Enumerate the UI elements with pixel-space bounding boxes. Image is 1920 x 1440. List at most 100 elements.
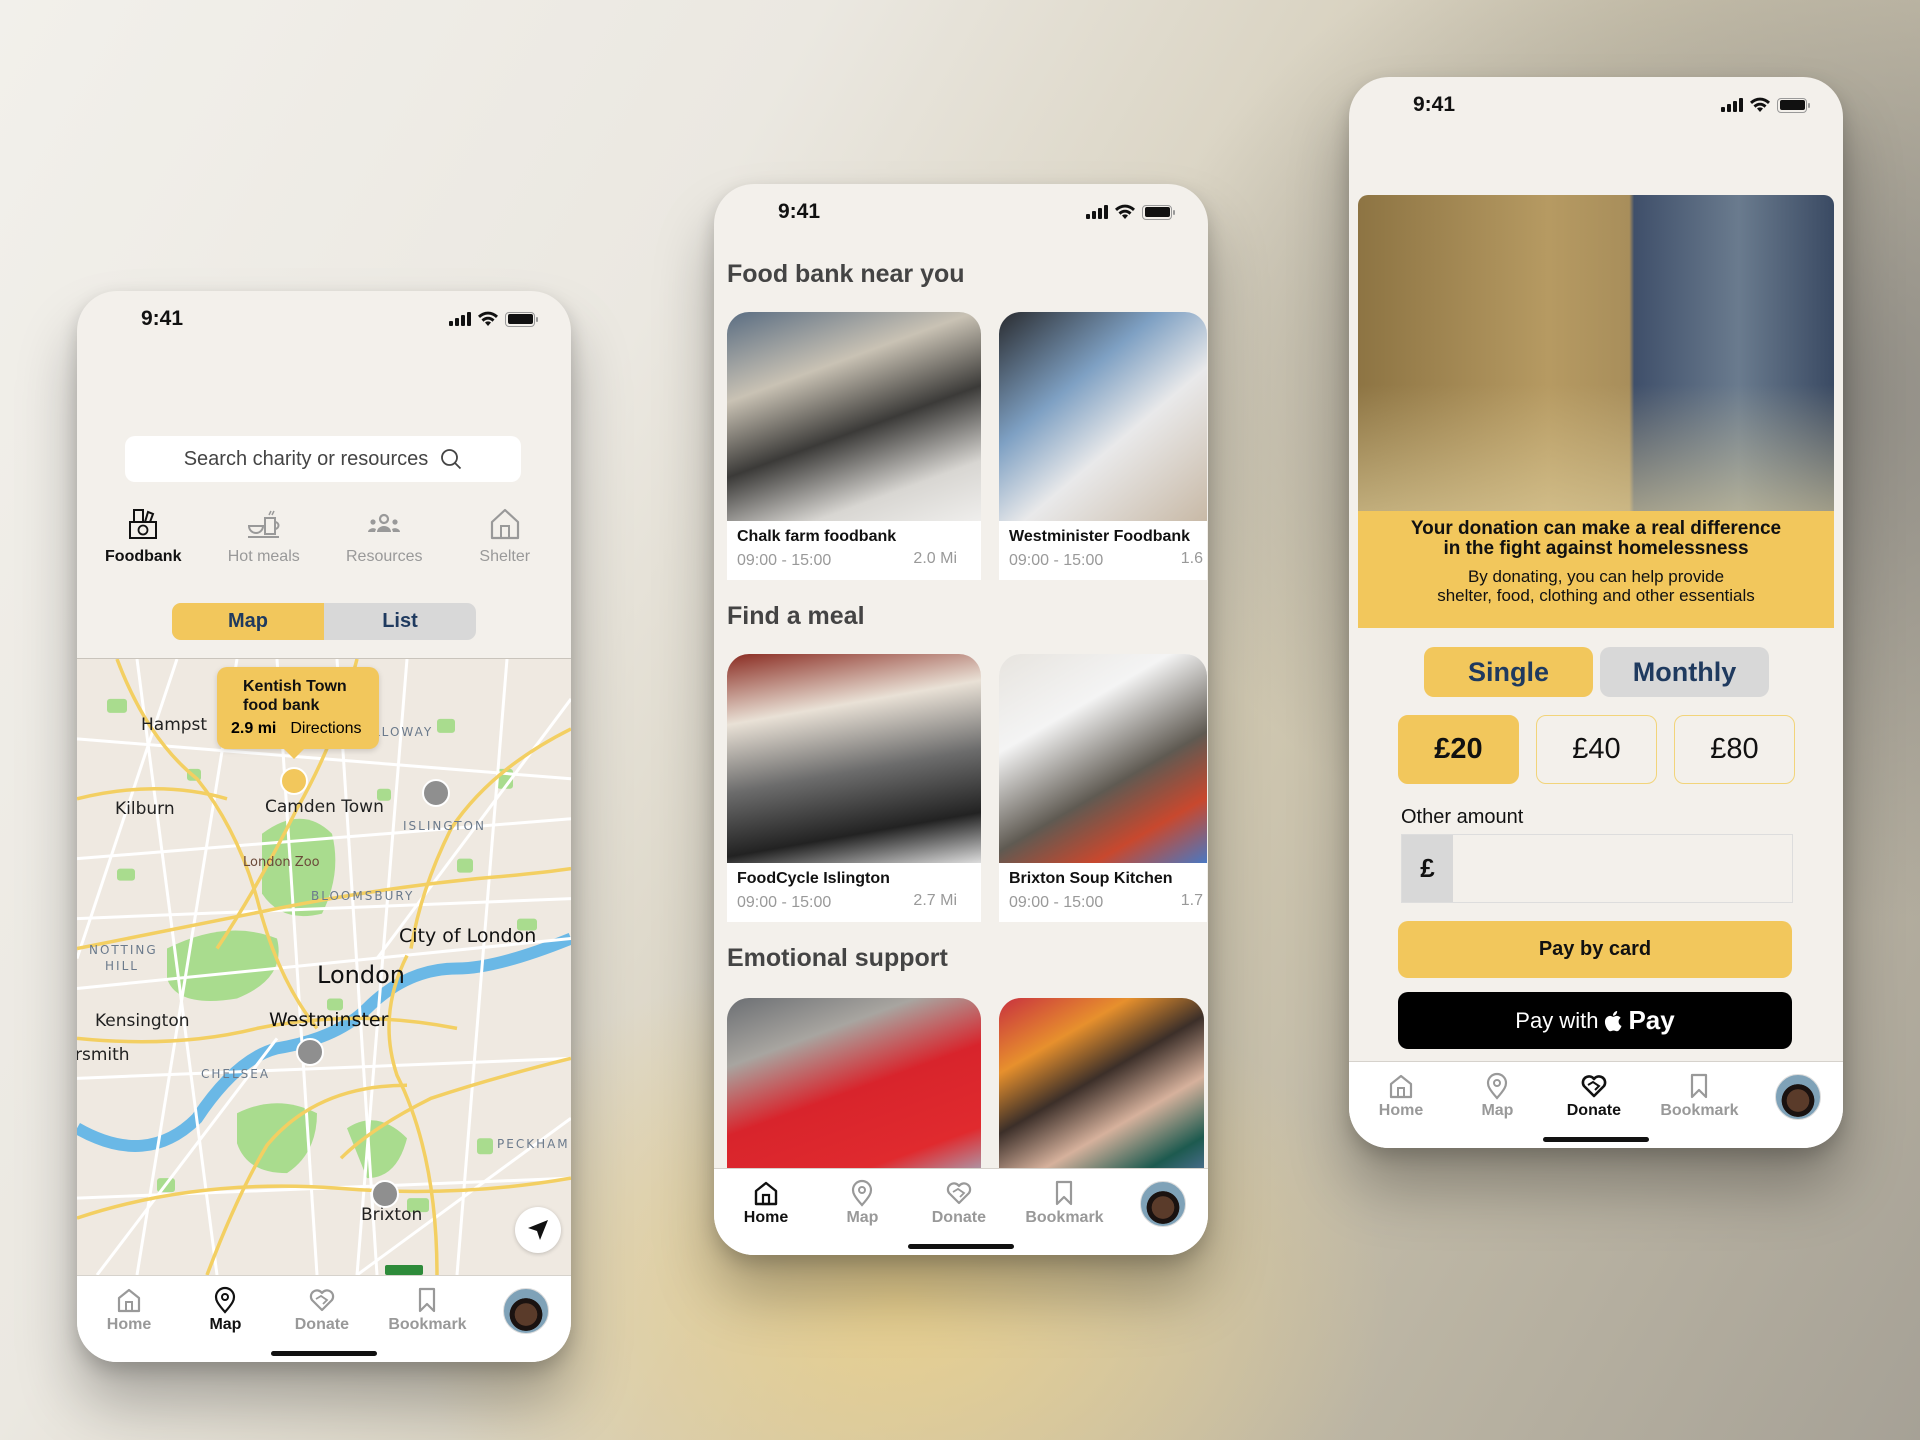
currency-symbol: £: [1402, 835, 1453, 902]
map-pin-icon: [852, 1179, 873, 1207]
tab-home[interactable]: Home: [736, 1179, 796, 1227]
search-input[interactable]: Search charity or resources: [125, 436, 521, 482]
amount-options: £20 £40 £80: [1398, 715, 1795, 784]
heart-hand-icon: [1581, 1075, 1607, 1098]
frequency-toggle: Single Monthly: [1424, 647, 1769, 697]
support-card[interactable]: [999, 998, 1204, 1182]
amount-40[interactable]: £40: [1536, 715, 1657, 784]
bookmark-icon: [1691, 1073, 1708, 1099]
profile-avatar[interactable]: [1140, 1181, 1186, 1227]
other-amount-input[interactable]: [1453, 835, 1792, 902]
house-icon: [490, 508, 519, 540]
food-bank-card[interactable]: Westminister Foodbank 09:00 - 15:00 1.6: [999, 312, 1207, 580]
apple-pay-brand: Pay: [1628, 1005, 1675, 1035]
card-distance: 1.7: [1180, 892, 1203, 909]
tab-home[interactable]: Home: [1371, 1072, 1431, 1120]
tab-label: Donate: [1566, 1102, 1621, 1119]
heart-hand-icon: [309, 1289, 335, 1312]
toggle-list[interactable]: List: [324, 603, 476, 640]
map-label-holloway: LLOWAY: [373, 725, 434, 739]
card-hours: 09:00 - 15:00: [1009, 552, 1104, 569]
frequency-single[interactable]: Single: [1424, 647, 1593, 697]
battery-icon: [505, 311, 538, 327]
tab-donate[interactable]: Donate: [292, 1286, 352, 1334]
section-title-food-bank: Food bank near you: [727, 260, 965, 288]
category-tabs: Foodbank Hot meals Resources Shelter: [77, 506, 571, 566]
map-view[interactable]: Hampst LLOWAY Kilburn Camden Town ISLING…: [77, 658, 571, 1275]
amount-20[interactable]: £20: [1398, 715, 1519, 784]
donation-banner: Your donation can make a real difference…: [1358, 511, 1834, 628]
category-label: Foodbank: [105, 548, 182, 565]
map-pin-icon: [1487, 1072, 1508, 1100]
callout-directions-link[interactable]: Directions: [290, 720, 361, 738]
amount-80[interactable]: £80: [1674, 715, 1795, 784]
apple-logo-icon: [1605, 1010, 1622, 1031]
meal-card[interactable]: Brixton Soup Kitchen 09:00 - 15:00 1.7: [999, 654, 1207, 922]
category-resources[interactable]: Resources: [329, 506, 439, 566]
meal-card[interactable]: FoodCycle Islington 09:00 - 15:00 2.7 Mi: [727, 654, 981, 922]
status-bar: 9:41: [77, 291, 571, 361]
card-hours: 09:00 - 15:00: [737, 552, 832, 569]
profile-avatar[interactable]: [1775, 1074, 1821, 1120]
category-hot-meals[interactable]: Hot meals: [209, 506, 319, 566]
hot-meal-icon: [247, 510, 280, 538]
map-pin-selected[interactable]: [280, 767, 308, 795]
profile-avatar[interactable]: [503, 1288, 549, 1334]
category-foodbank[interactable]: Foodbank: [88, 506, 198, 566]
bookmark-icon: [1056, 1180, 1073, 1206]
bookmark-icon: [419, 1287, 436, 1313]
support-card[interactable]: [727, 998, 981, 1182]
frequency-monthly[interactable]: Monthly: [1600, 647, 1769, 697]
home-indicator: [1543, 1137, 1649, 1142]
map-label-notting: NOTTING: [89, 943, 158, 957]
status-time: 9:41: [141, 307, 184, 330]
people-icon: [368, 513, 401, 532]
tab-home[interactable]: Home: [99, 1286, 159, 1334]
tab-bar: Home Map Donate Bookmark: [714, 1168, 1208, 1255]
card-hours: 09:00 - 15:00: [737, 894, 832, 911]
tab-label: Home: [1378, 1102, 1424, 1119]
locate-me-button[interactable]: [515, 1207, 561, 1253]
status-time: 9:41: [778, 200, 821, 223]
home-indicator: [271, 1351, 377, 1356]
apple-pay-button[interactable]: Pay with Pay: [1398, 992, 1792, 1049]
tab-donate[interactable]: Donate: [1564, 1072, 1624, 1120]
donate-screen-phone: 9:41 Your donation can make a real diffe…: [1349, 77, 1843, 1148]
search-icon[interactable]: [440, 448, 462, 470]
map-label-london-zoo: London Zoo: [243, 855, 320, 870]
banner-headline-1: Your donation can make a real difference: [1410, 518, 1782, 539]
tab-bookmark[interactable]: Bookmark: [1660, 1072, 1739, 1120]
card-photo: [727, 998, 981, 1182]
food-bank-card[interactable]: Chalk farm foodbank 09:00 - 15:00 2.0 Mi: [727, 312, 981, 580]
status-icons: [1086, 204, 1175, 220]
card-distance: 1.6: [1180, 550, 1203, 567]
map-pin[interactable]: [371, 1180, 399, 1208]
map-pin[interactable]: [422, 779, 450, 807]
toggle-map[interactable]: Map: [172, 603, 324, 640]
card-name: Westminister Foodbank: [1009, 528, 1191, 545]
hero-photo: [1358, 195, 1834, 511]
tab-map[interactable]: Map: [832, 1179, 892, 1227]
map-label-chelsea: CHELSEA: [201, 1067, 271, 1081]
tab-label: Donate: [931, 1209, 986, 1226]
card-photo: [999, 998, 1204, 1182]
pay-by-card-button[interactable]: Pay by card: [1398, 921, 1792, 978]
map-callout[interactable]: Kentish Town food bank 2.9 mi Directions: [217, 667, 379, 759]
home-screen-phone: 9:41 Food bank near you Chalk farm foodb…: [714, 184, 1208, 1255]
tab-bookmark[interactable]: Bookmark: [388, 1286, 467, 1334]
other-amount-label: Other amount: [1401, 806, 1524, 828]
apple-pay-prefix: Pay with: [1515, 1007, 1599, 1033]
tab-map[interactable]: Map: [195, 1286, 255, 1334]
card-photo: [727, 654, 981, 863]
tab-bookmark[interactable]: Bookmark: [1025, 1179, 1104, 1227]
callout-distance: 2.9 mi: [231, 720, 277, 737]
tab-map[interactable]: Map: [1467, 1072, 1527, 1120]
road-sign: [385, 1265, 423, 1275]
tab-donate[interactable]: Donate: [929, 1179, 989, 1227]
food-bank-carousel: Chalk farm foodbank 09:00 - 15:00 2.0 Mi…: [727, 312, 1207, 580]
signal-icon: [1086, 205, 1108, 219]
category-shelter[interactable]: Shelter: [450, 506, 560, 566]
map-label-camden: Camden Town: [265, 797, 384, 817]
map-pin[interactable]: [296, 1038, 324, 1066]
status-icons: [1721, 97, 1810, 113]
